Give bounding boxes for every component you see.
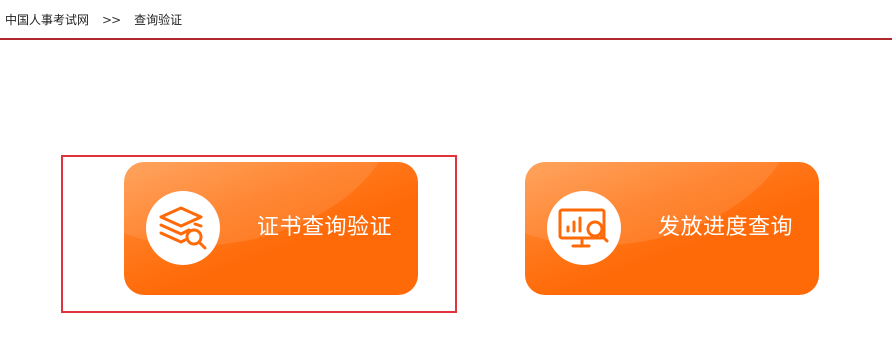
breadcrumb-home-link[interactable]: 中国人事考试网 [5, 11, 89, 28]
breadcrumb: 中国人事考试网 >> 查询验证 [5, 11, 182, 28]
progress-icon-badge [547, 191, 621, 265]
breadcrumb-separator: >> [102, 12, 121, 27]
certificate-verify-label: 证书查询验证 [257, 215, 393, 240]
certificate-icon-badge [146, 191, 220, 265]
certificate-verify-button[interactable]: 证书查询验证 [124, 162, 418, 295]
breadcrumb-bar: 中国人事考试网 >> 查询验证 [0, 0, 892, 40]
layers-search-icon [159, 206, 207, 250]
issuance-progress-label: 发放进度查询 [658, 215, 794, 240]
breadcrumb-current: 查询验证 [134, 13, 183, 27]
monitor-chart-search-icon [558, 208, 609, 248]
issuance-progress-button[interactable]: 发放进度查询 [525, 162, 819, 295]
